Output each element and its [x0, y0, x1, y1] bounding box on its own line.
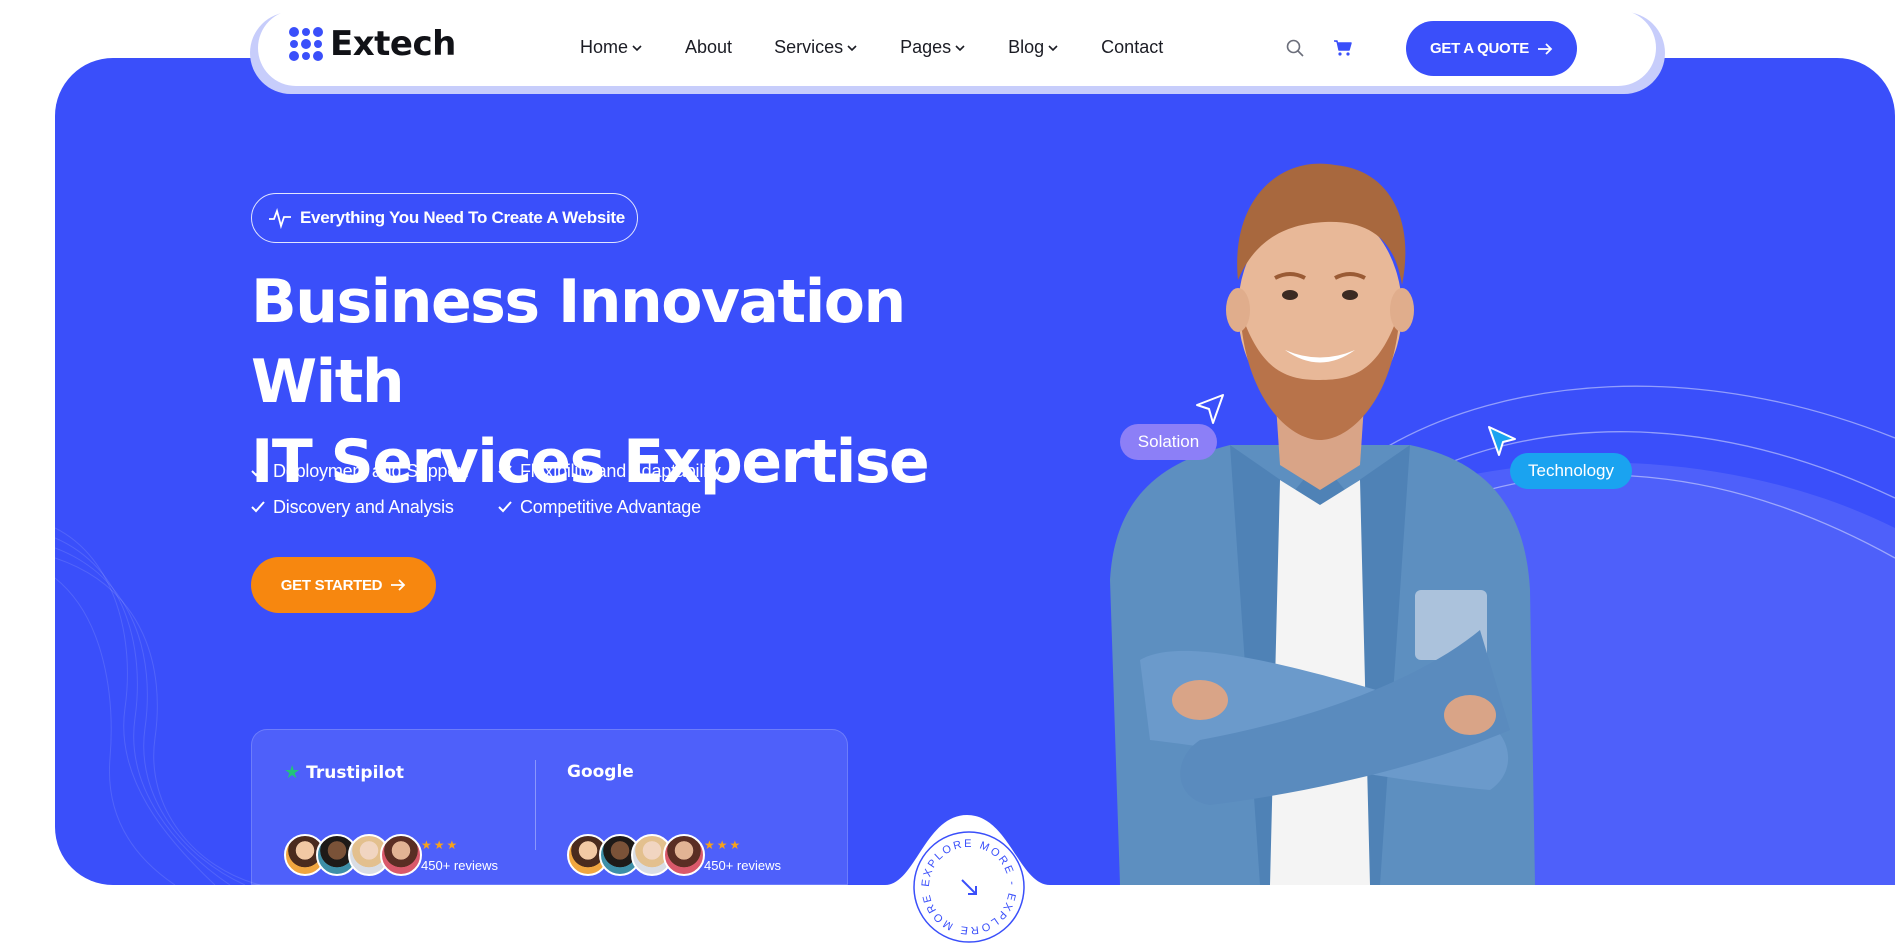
cursor-pointer-icon	[1196, 394, 1224, 424]
nav-item-contact[interactable]: Contact	[1101, 37, 1163, 58]
rating-stars: ★★★	[421, 838, 460, 852]
page: Extech Home About Services Pages Blog Co…	[0, 0, 1895, 952]
feature-list: Deployment and Support Flexibility and A…	[251, 460, 758, 518]
avatar	[663, 834, 705, 876]
cursor-pointer-icon	[1488, 426, 1516, 456]
nav-item-about[interactable]: About	[685, 37, 732, 58]
nav-item-pages[interactable]: Pages	[900, 37, 966, 58]
check-icon	[251, 501, 265, 513]
feature-text: Competitive Advantage	[520, 496, 701, 517]
reviewer-avatars	[284, 834, 422, 876]
search-icon[interactable]	[1285, 38, 1305, 58]
nav-item-services[interactable]: Services	[774, 37, 858, 58]
solation-tag: Solation	[1120, 424, 1217, 460]
review-trustpilot[interactable]: ★ Trustipilot ★★★ 450+ reviews	[284, 762, 544, 876]
check-icon	[251, 465, 265, 477]
chevron-down-icon	[847, 44, 857, 51]
nav-item-home[interactable]: Home	[580, 37, 643, 58]
chevron-down-icon	[632, 44, 642, 51]
nav-item-label: Pages	[900, 37, 952, 57]
check-icon	[498, 465, 512, 477]
explore-more-button[interactable]: EXPLORE MORE - EXPLORE MORE -	[912, 830, 1026, 944]
navbar: Extech Home About Services Pages Blog Co…	[258, 10, 1656, 86]
star-icon: ★	[284, 762, 301, 783]
review-platform: ★ Trustipilot	[284, 762, 544, 783]
nav-item-label: Home	[580, 37, 629, 57]
review-count: 450+ reviews	[421, 858, 498, 873]
feature-item: Flexibility and Adaptability	[498, 460, 758, 482]
review-google[interactable]: Google ★★★ 450+ reviews	[567, 762, 827, 876]
feature-text: Discovery and Analysis	[273, 496, 454, 517]
rating-stars: ★★★	[704, 838, 743, 852]
reviews-card: ★ Trustipilot ★★★ 450+ reviews Google ★★…	[251, 729, 848, 885]
chevron-down-icon	[1048, 44, 1058, 51]
divider	[535, 760, 536, 850]
feature-item: Deployment and Support	[251, 460, 498, 482]
feature-item: Discovery and Analysis	[251, 496, 498, 518]
arrow-right-icon	[391, 579, 406, 591]
nav-item-blog[interactable]: Blog	[1008, 37, 1059, 58]
review-count: 450+ reviews	[704, 858, 781, 873]
check-icon	[498, 501, 512, 513]
get-a-quote-label: GET A QUOTE	[1430, 40, 1529, 57]
nav-item-label: Services	[774, 37, 844, 57]
cart-icon[interactable]	[1333, 38, 1353, 58]
review-platform-name: Trustipilot	[306, 762, 405, 783]
get-started-label: GET STARTED	[280, 576, 383, 594]
hero-person-image	[1110, 163, 1535, 885]
pulse-icon	[269, 208, 291, 230]
nav-item-label: Contact	[1101, 37, 1164, 57]
arrow-right-icon	[1537, 42, 1553, 55]
logo[interactable]: Extech	[288, 24, 456, 64]
avatar	[380, 834, 422, 876]
tagline-text: Everything You Need To Create A Website	[300, 208, 625, 227]
nav-item-label: About	[685, 37, 733, 57]
get-started-button[interactable]: GET STARTED	[251, 557, 436, 613]
feature-text: Deployment and Support	[273, 460, 468, 481]
tagline-pill: Everything You Need To Create A Website	[251, 193, 638, 243]
grid-dots-logo-icon	[289, 27, 323, 61]
brand-name: Extech	[330, 24, 456, 64]
feature-item: Competitive Advantage	[498, 496, 758, 518]
review-platform-name: Google	[567, 762, 634, 782]
reviewer-avatars	[567, 834, 705, 876]
technology-tag: Technology	[1510, 453, 1632, 489]
feature-text: Flexibility and Adaptability	[520, 460, 721, 481]
headline-line-1: Business Innovation With	[251, 267, 906, 417]
nav-item-label: Blog	[1008, 37, 1045, 57]
get-a-quote-button[interactable]: GET A QUOTE	[1406, 21, 1577, 76]
main-menu: Home About Services Pages Blog Contact	[580, 37, 1205, 58]
chevron-down-icon	[955, 44, 965, 51]
review-platform: Google	[567, 762, 827, 782]
